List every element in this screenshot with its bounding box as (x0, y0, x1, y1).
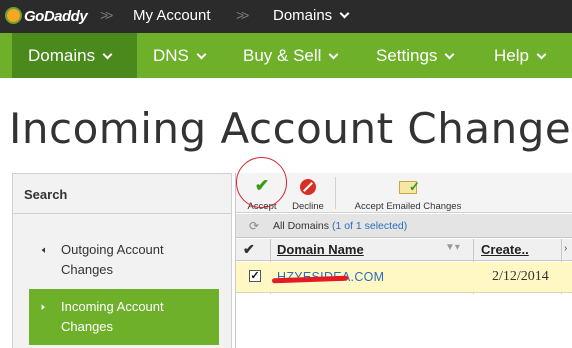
all-domains-text: All Domains (273, 220, 330, 232)
domain-list-panel: ✔ Accept Decline Accept Emailed Changes … (235, 157, 572, 348)
refresh-icon[interactable]: ⟳ (249, 214, 259, 238)
all-domains-label: All Domains (1 of 1 selected) (273, 214, 407, 238)
table-row[interactable]: ✓ HZYESIDEA.COM 2/12/2014 (236, 262, 572, 293)
decline-icon-wrap (288, 176, 328, 196)
breadcrumb-separator-icon: >> (100, 7, 113, 23)
nav-domains-label: Domains (28, 46, 96, 65)
nav-domains[interactable]: Domains (12, 33, 137, 78)
chevron-down-icon (102, 49, 113, 60)
main-nav: Domains DNS Buy & Sell Settings Help (0, 33, 572, 78)
decline-button[interactable]: Decline (288, 176, 328, 212)
search-header[interactable]: Search (13, 174, 231, 214)
domains-dropdown[interactable]: Domains (273, 7, 350, 24)
row-checkbox[interactable]: ✓ (249, 270, 261, 282)
nav-buy-sell[interactable]: Buy & Sell (243, 33, 339, 78)
nav-help[interactable]: Help (494, 33, 547, 78)
chevron-down-icon (196, 49, 207, 60)
list-info-bar: ⟳ All Domains (1 of 1 selected) (236, 214, 572, 238)
logo-mark-icon (5, 7, 22, 24)
sidebar-item-outgoing[interactable]: 🢐 Outgoing Account Changes (29, 240, 219, 280)
table-header: ✔ Domain Name ▼▾ Create.. › (236, 239, 572, 261)
nav-help-label: Help (494, 46, 529, 65)
logo-text: GoDaddy (24, 8, 88, 25)
chevron-down-icon (328, 49, 339, 60)
chevron-down-icon (339, 8, 350, 19)
breadcrumb-separator-icon: >> (236, 7, 249, 23)
nav-buy-sell-label: Buy & Sell (243, 46, 322, 65)
column-domain-name[interactable]: Domain Name (277, 242, 364, 257)
created-date: 2/12/2014 (492, 269, 549, 284)
sidebar-item-label: Outgoing Account Changes (61, 242, 164, 277)
arrow-left-icon: 🢐 (41, 243, 46, 257)
accept-emailed-label: Accept Emailed Changes (354, 201, 462, 212)
sidebar-item-incoming[interactable]: 🢒 Incoming Account Changes (29, 289, 219, 345)
highlight-circle (236, 157, 287, 208)
top-bar: GoDaddy >> My Account >> Domains (0, 0, 572, 33)
envelope-check-icon (399, 177, 420, 197)
selection-count-link[interactable]: (1 of 1 selected) (332, 220, 407, 232)
envelope-icon-wrap (346, 176, 470, 197)
page-title: Incoming Account Changes (9, 104, 572, 153)
arrow-right-icon: 🢒 (41, 300, 46, 314)
nav-dns-label: DNS (153, 46, 189, 65)
domains-dropdown-label: Domains (273, 7, 333, 24)
chevron-down-icon (536, 49, 547, 60)
nav-settings[interactable]: Settings (376, 33, 455, 78)
select-all-check-icon[interactable]: ✔ (243, 241, 255, 258)
column-scroll-right-icon[interactable]: › (564, 243, 567, 254)
filter-icon[interactable]: ▼▾ (445, 242, 460, 253)
column-created[interactable]: Create.. (481, 242, 529, 257)
toolbar-divider (335, 177, 336, 209)
accept-emailed-changes-button[interactable]: Accept Emailed Changes (346, 176, 470, 212)
decline-label: Decline (292, 201, 324, 212)
nav-dns[interactable]: DNS (153, 33, 207, 78)
nav-settings-label: Settings (376, 46, 438, 65)
my-account-link[interactable]: My Account (133, 7, 211, 24)
godaddy-logo[interactable]: GoDaddy (2, 5, 88, 27)
chevron-down-icon (444, 49, 455, 60)
toolbar: ✔ Accept Decline Accept Emailed Changes (236, 157, 572, 213)
sidebar-item-label: Incoming Account Changes (61, 299, 164, 334)
decline-icon (300, 179, 316, 195)
sidebar: Search 🢐 Outgoing Account Changes 🢒 Inco… (12, 173, 232, 348)
